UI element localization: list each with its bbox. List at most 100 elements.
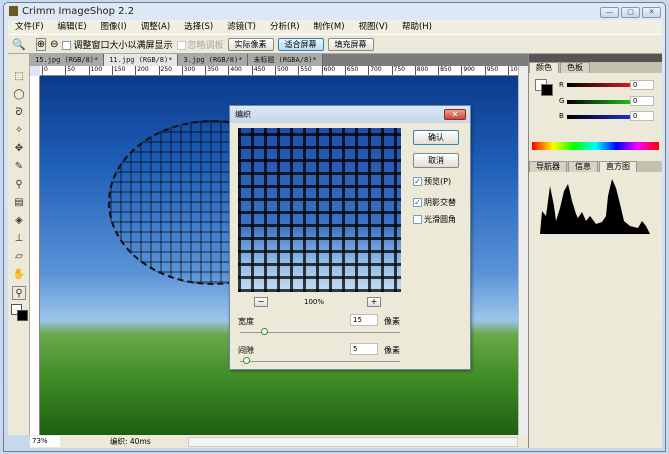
eyedropper-icon[interactable]: ⚲ <box>12 178 26 192</box>
zoom-out-button[interactable]: − <box>254 297 268 307</box>
menu-adjust[interactable]: 调整(A) <box>134 20 177 34</box>
color-spectrum[interactable] <box>532 142 659 150</box>
gradient-icon[interactable]: ▤ <box>12 196 26 210</box>
ruler-tick-label: 250 <box>158 66 172 75</box>
tab-15-jpg[interactable]: 15.jpg (RGB/8)* <box>30 54 105 66</box>
horizontal-ruler: 0 50 100 150 200 250 300 350 400 450 500 550 600 650 7… <box>40 66 518 76</box>
tab-3-jpg[interactable]: 3.jpg (RGB/8)* <box>178 54 249 66</box>
ruler-tick-label: 850 <box>438 66 452 75</box>
menu-file[interactable]: 文件(F) <box>8 20 51 34</box>
zoom-out-icon[interactable]: ⊖ <box>50 39 58 50</box>
b-label: B <box>559 112 564 120</box>
fit-window-label: 调整窗口大小以满屏显示 <box>73 40 173 51</box>
ruler-tick-label: 500 <box>275 66 288 75</box>
zoom-level[interactable]: 73% <box>30 436 60 447</box>
marquee-rect-icon[interactable]: ⬚ <box>12 70 26 84</box>
g-value[interactable]: 0 <box>630 96 654 106</box>
info-panel-tabs: 导航器 信息 直方图 <box>529 161 662 172</box>
tab-navigator[interactable]: 导航器 <box>529 161 567 172</box>
g-label: G <box>559 97 565 105</box>
width-slider-thumb[interactable] <box>261 328 268 335</box>
zoom-tool-icon[interactable]: ⚲ <box>12 286 26 300</box>
ruler-tick-label: 950 <box>484 66 498 75</box>
app-logo-icon <box>9 6 18 16</box>
bucket-icon[interactable]: ◈ <box>12 214 26 228</box>
zoom-in-icon[interactable]: ⊕ <box>35 37 47 51</box>
filter-preview[interactable] <box>238 128 401 292</box>
dialog-title: 编织 <box>230 106 470 123</box>
magic-wand-icon[interactable]: ✧ <box>12 124 26 138</box>
menu-edit[interactable]: 编辑(E) <box>51 20 94 34</box>
ruler-tick-label: 450 <box>251 66 265 75</box>
b-slider[interactable] <box>567 115 631 119</box>
ruler-tick-label: 100 <box>88 66 102 75</box>
smooth-corners-checkbox[interactable]: 光滑圆角 <box>413 214 456 225</box>
menu-help[interactable]: 帮助(H) <box>395 20 439 34</box>
window-title: Crimm ImageShop 2.2 <box>22 6 135 17</box>
gap-input[interactable]: 5 <box>350 343 378 355</box>
vertical-scrollbar[interactable] <box>518 66 528 435</box>
fit-screen-button[interactable]: 适合屏幕 <box>277 37 324 51</box>
tab-color[interactable]: 颜色 <box>529 62 559 73</box>
menu-image[interactable]: 图像(I) <box>94 20 134 34</box>
alternate-shadow-checkbox[interactable]: ✓ 阴影交替 <box>413 197 456 208</box>
tab-swatches[interactable]: 色板 <box>560 62 590 73</box>
move-icon[interactable]: ✥ <box>12 142 26 156</box>
gap-label: 间隙 <box>238 346 254 355</box>
gap-slider[interactable] <box>240 361 400 362</box>
hand-icon[interactable]: ✋ <box>12 268 26 282</box>
ok-button[interactable]: 确认 <box>413 130 459 145</box>
menu-view[interactable]: 视图(V) <box>352 20 395 34</box>
eraser-icon[interactable]: ▱ <box>12 250 26 264</box>
width-label: 宽度 <box>238 317 254 326</box>
fill-screen-button[interactable]: 填充屏幕 <box>327 37 374 51</box>
minimize-button[interactable]: — <box>600 7 619 18</box>
width-unit: 像素 <box>384 317 400 326</box>
stamp-icon[interactable]: ⊥ <box>12 232 26 246</box>
maximize-button[interactable]: □ <box>621 7 640 18</box>
options-toolbar: 🔍 ⊕ ⊖ 调整窗口大小以满屏显示 忽略调板 实际像素 适合屏幕 填充屏幕 <box>8 34 662 54</box>
gap-slider-thumb[interactable] <box>243 357 250 364</box>
fit-window-checkbox[interactable]: 调整窗口大小以满屏显示 <box>62 38 173 51</box>
ruler-tick-label: 400 <box>228 66 242 75</box>
marquee-ellipse-icon[interactable]: ◯ <box>12 88 26 102</box>
foreground-color-swatch[interactable] <box>541 84 553 96</box>
right-panels: 颜色 色板 R 0 G 0 B 0 导航器 信息 直方图 <box>528 54 662 448</box>
width-input[interactable]: 15 <box>350 314 378 326</box>
ruler-tick-label: 600 <box>321 66 335 75</box>
zoom-in-button[interactable]: + <box>367 297 381 307</box>
dialog-close-button[interactable]: ✕ <box>444 109 466 120</box>
close-button[interactable]: ✕ <box>642 7 661 18</box>
tab-untitled[interactable]: 未标题 (RGBA/8)* <box>248 54 323 66</box>
r-label: R <box>559 81 564 89</box>
tab-histogram[interactable]: 直方图 <box>599 161 637 172</box>
menu-select[interactable]: 选择(S) <box>177 20 220 34</box>
lasso-icon[interactable]: ᘐ <box>12 106 26 120</box>
preview-zoom: 100% <box>304 298 325 306</box>
actual-pixels-button[interactable]: 实际像素 <box>227 37 274 51</box>
ignore-palettes-label: 忽略调板 <box>187 40 224 51</box>
preview-checkbox[interactable]: ✓ 预览(P) <box>413 176 451 187</box>
vertical-ruler <box>30 76 40 435</box>
brush-icon[interactable]: ✎ <box>12 160 26 174</box>
r-value[interactable]: 0 <box>630 80 654 90</box>
horizontal-scrollbar[interactable] <box>188 437 518 447</box>
ruler-tick-label: 50 <box>65 66 75 75</box>
color-swatches[interactable] <box>11 304 28 328</box>
menu-make[interactable]: 制作(M) <box>307 20 352 34</box>
g-slider[interactable] <box>567 100 631 104</box>
cancel-button[interactable]: 取消 <box>413 153 459 168</box>
gap-unit: 像素 <box>384 346 400 355</box>
ruler-tick-label: 150 <box>111 66 125 75</box>
document-tabs: 15.jpg (RGB/8)* 11.jpg (RGB/8)* 3.jpg (R… <box>30 54 528 66</box>
menu-filter[interactable]: 滤镜(T) <box>220 20 263 34</box>
b-value[interactable]: 0 <box>630 111 654 121</box>
tab-11-jpg[interactable]: 11.jpg (RGB/8)* <box>104 54 179 66</box>
tab-info[interactable]: 信息 <box>568 161 598 172</box>
r-slider[interactable] <box>567 83 631 87</box>
menu-bar: 文件(F) 编辑(E) 图像(I) 调整(A) 选择(S) 滤镜(T) 分析(R… <box>8 20 662 34</box>
ignore-palettes-checkbox[interactable]: 忽略调板 <box>176 38 224 51</box>
histogram-graph <box>540 179 650 234</box>
smooth-corners-label: 光滑圆角 <box>424 215 456 224</box>
menu-analyze[interactable]: 分析(R) <box>263 20 307 34</box>
